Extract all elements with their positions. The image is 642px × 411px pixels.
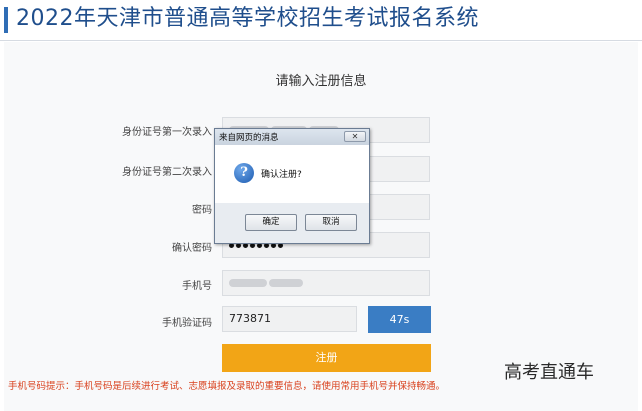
question-icon: ?: [234, 163, 254, 183]
resend-code-button[interactable]: 47s: [368, 306, 431, 333]
sms-code-input[interactable]: 773871: [222, 306, 357, 332]
dialog-title: 来自网页的消息: [219, 133, 279, 143]
dialog-close-button[interactable]: ✕: [344, 131, 366, 142]
blurred-text: [229, 279, 267, 287]
dialog-message: 确认注册?: [261, 170, 302, 180]
dialog-titlebar: 来自网页的消息 ✕: [215, 129, 369, 145]
password-label: 密码: [192, 205, 212, 216]
id-second-label: 身份证号第二次录入: [122, 167, 212, 178]
confirm-password-label: 确认密码: [172, 243, 212, 254]
sms-code-label: 手机验证码: [162, 318, 212, 329]
phone-hint: 手机号码提示：手机号码是后续进行考试、志愿填报及录取的重要信息，请使用常用手机号…: [8, 381, 446, 392]
watermark: 高考直通车: [504, 362, 594, 383]
phone-input[interactable]: [222, 270, 430, 296]
dialog-ok-button[interactable]: 确定: [245, 214, 297, 231]
blurred-text: [269, 279, 303, 287]
page-header: 2022年天津市普通高等学校招生考试报名系统: [0, 0, 642, 41]
id-first-label: 身份证号第一次录入: [122, 127, 212, 138]
dialog-cancel-button[interactable]: 取消: [305, 214, 357, 231]
header-accent-bar: [4, 7, 8, 33]
page-title: 2022年天津市普通高等学校招生考试报名系统: [16, 6, 479, 31]
dialog-body: ? 确认注册?: [215, 145, 369, 203]
phone-label: 手机号: [182, 281, 212, 292]
form-title: 请输入注册信息: [275, 74, 367, 89]
confirm-dialog: 来自网页的消息 ✕ ? 确认注册? 确定 取消: [214, 128, 370, 244]
register-button[interactable]: 注册: [222, 344, 431, 372]
header-divider: [0, 40, 642, 41]
